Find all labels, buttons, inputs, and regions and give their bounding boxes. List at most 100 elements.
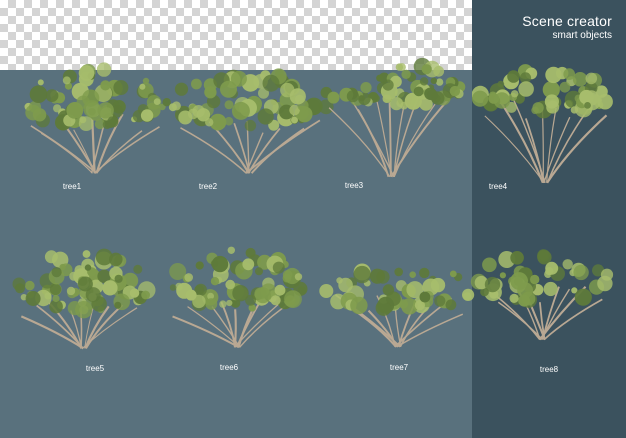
tree-foliage xyxy=(66,286,76,296)
tree-foliage xyxy=(545,66,562,84)
tree-foliage xyxy=(346,90,359,103)
tree-foliage xyxy=(255,267,263,276)
tree-7-label: tree7 xyxy=(389,363,409,372)
tree-foliage xyxy=(419,267,430,279)
tree-2-label: tree2 xyxy=(198,182,218,191)
tree-foliage xyxy=(62,76,71,85)
tree-foliage xyxy=(139,83,146,90)
tree-foliage xyxy=(78,65,95,81)
tree-foliage xyxy=(319,284,334,298)
tree-foliage xyxy=(372,94,380,103)
tree-foliage xyxy=(227,246,235,254)
tree-foliage xyxy=(15,283,25,294)
tree-foliage xyxy=(507,70,520,83)
tree-foliage xyxy=(497,80,505,88)
tree-foliage xyxy=(327,91,340,104)
tree-foliage xyxy=(96,62,112,77)
tree-foliage xyxy=(353,265,371,284)
tree-foliage xyxy=(545,261,559,275)
tree-foliage xyxy=(114,274,123,283)
tree-foliage xyxy=(142,77,150,85)
tree-foliage xyxy=(600,268,614,281)
tree-foliage xyxy=(95,248,113,266)
tree-foliage xyxy=(488,93,500,104)
tree-foliage xyxy=(358,95,365,102)
tree-foliage xyxy=(231,101,250,120)
tree-foliage xyxy=(400,101,408,110)
tree-foliage xyxy=(133,264,143,274)
tree-foliage xyxy=(242,258,255,271)
tree-foliage xyxy=(338,277,353,293)
tree-foliage xyxy=(224,116,234,126)
tree-foliage xyxy=(573,264,589,281)
tree-foliage xyxy=(210,277,220,286)
tree-foliage xyxy=(78,116,94,131)
tree-foliage xyxy=(401,69,411,79)
tree-foliage xyxy=(537,249,549,261)
tree-3-label: tree3 xyxy=(344,181,364,190)
tree-foliage xyxy=(102,280,118,296)
tree-foliage xyxy=(409,271,416,278)
tree-foliage xyxy=(77,276,93,292)
tree-foliage xyxy=(114,301,122,309)
scene-subtitle: smart objects xyxy=(552,30,612,41)
tree-foliage xyxy=(546,100,560,114)
tree-branch xyxy=(30,125,97,174)
tree-foliage xyxy=(360,82,372,94)
tree-foliage xyxy=(369,268,386,284)
tree-branch xyxy=(541,108,544,183)
tree-foliage xyxy=(510,251,524,265)
tree-5-image xyxy=(12,248,156,350)
tree-foliage xyxy=(25,291,41,306)
tree-foliage xyxy=(225,279,235,290)
tree-foliage xyxy=(585,72,598,85)
scene-canvas: Scene creator smart objects tree1 tree2 … xyxy=(0,0,626,438)
tree-foliage xyxy=(129,288,140,298)
tree-foliage xyxy=(574,288,592,306)
tree-branch xyxy=(543,116,571,184)
tree-branch xyxy=(234,300,283,348)
tree-foliage xyxy=(245,247,256,258)
tree-2-image xyxy=(168,68,334,174)
tree-foliage xyxy=(29,85,48,103)
tree-branch xyxy=(396,313,464,348)
tree-foliage xyxy=(66,102,84,119)
tree-foliage xyxy=(168,103,177,112)
tree-foliage xyxy=(434,295,446,307)
tree-foliage xyxy=(289,88,306,105)
tree-foliage xyxy=(226,299,233,307)
tree-foliage xyxy=(69,271,79,281)
tree-1-image xyxy=(24,62,171,174)
tree-3-image xyxy=(320,57,466,178)
tree-foliage xyxy=(521,291,536,306)
tree-foliage xyxy=(382,79,394,91)
tree-foliage xyxy=(427,89,438,101)
tree-7-image xyxy=(319,263,475,348)
tree-foliage xyxy=(196,108,211,122)
tree-foliage xyxy=(244,119,257,132)
tree-5-label: tree5 xyxy=(85,364,105,373)
tree-foliage xyxy=(449,85,461,97)
tree-foliage xyxy=(532,102,544,114)
tree-foliage xyxy=(543,281,558,297)
tree-foliage xyxy=(262,74,280,92)
tree-foliage xyxy=(211,255,229,273)
tree-6-image xyxy=(169,246,308,349)
tree-foliage xyxy=(282,273,292,283)
tree-foliage xyxy=(141,290,151,300)
tree-foliage xyxy=(419,291,431,303)
tree-foliage xyxy=(44,250,58,264)
tree-foliage xyxy=(192,294,206,309)
tree-foliage xyxy=(232,285,249,302)
tree-foliage xyxy=(445,299,457,311)
tree-foliage xyxy=(482,257,497,273)
tree-foliage xyxy=(430,277,446,293)
tree-foliage xyxy=(413,86,424,97)
tree-foliage xyxy=(394,267,403,277)
tree-foliage xyxy=(435,78,444,86)
tree-foliage xyxy=(51,267,62,278)
tree-foliage xyxy=(25,280,35,291)
tree-foliage xyxy=(421,64,432,75)
tree-foliage xyxy=(191,78,202,90)
tree-foliage xyxy=(140,109,154,122)
